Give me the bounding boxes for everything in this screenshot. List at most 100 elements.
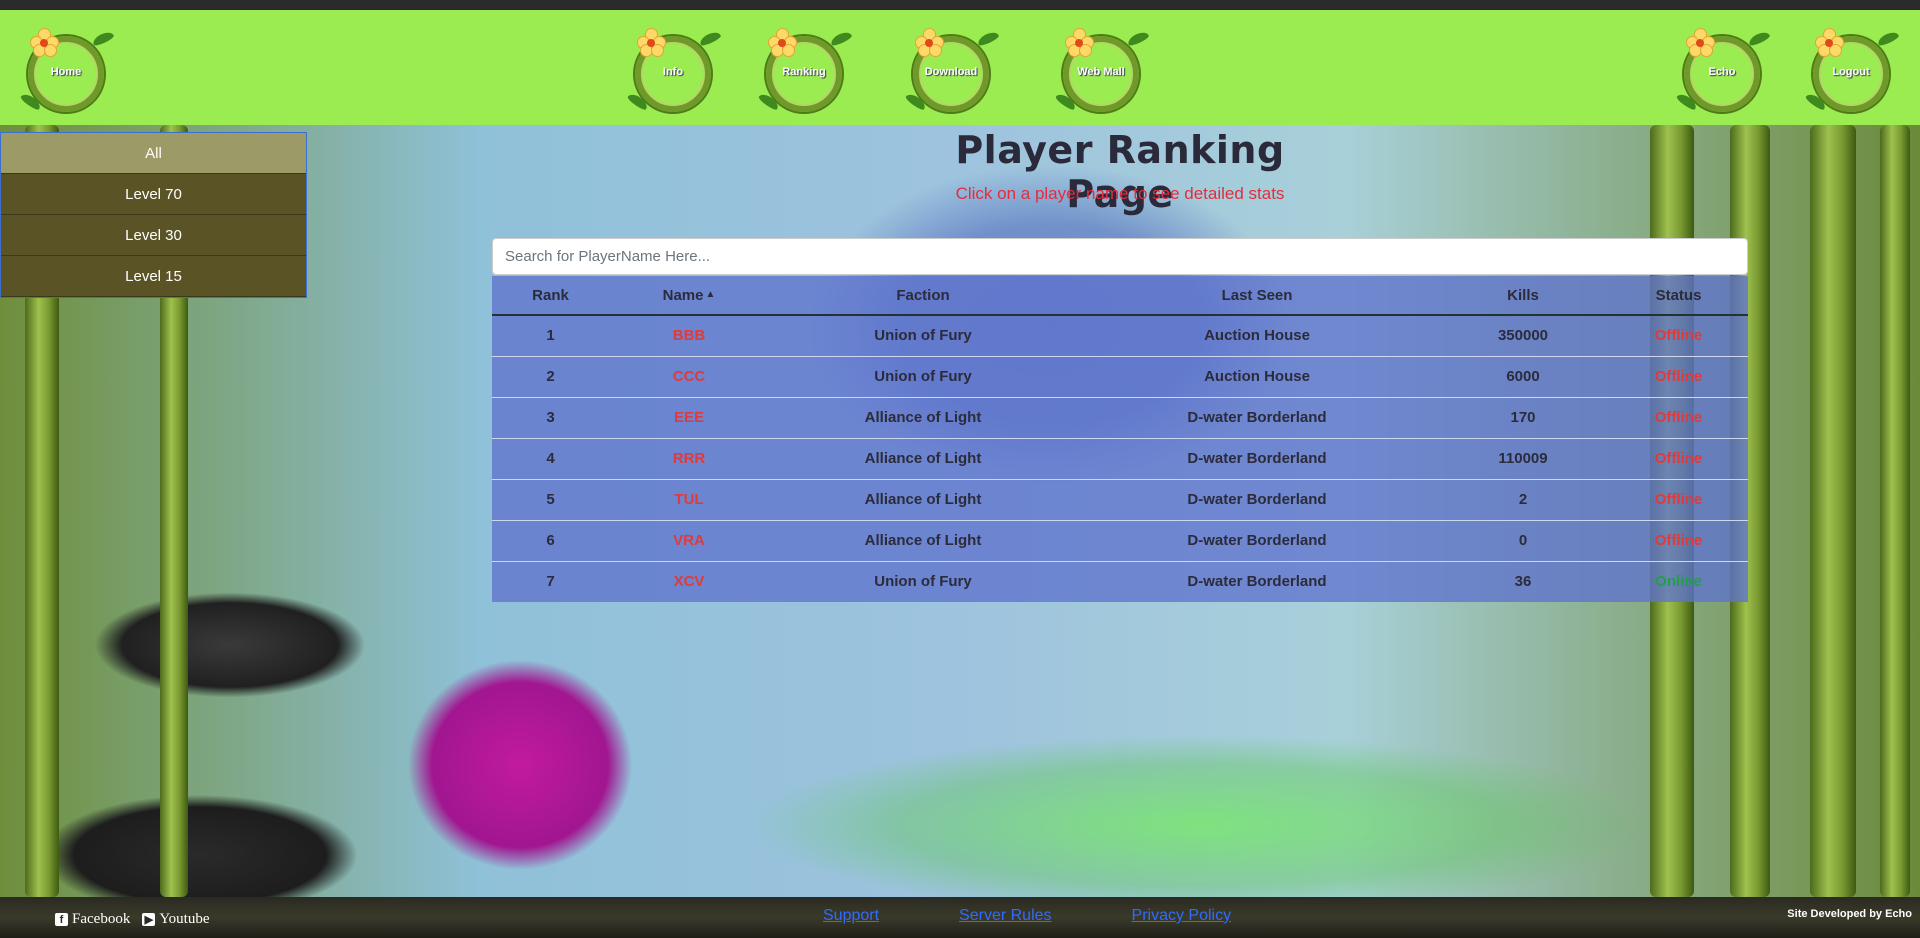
kills-cell: 2 xyxy=(1437,478,1609,520)
bamboo-stalk xyxy=(1880,125,1910,897)
table-row: 5 TUL Alliance of Light D-water Borderla… xyxy=(492,478,1748,520)
faction-cell: Union of Fury xyxy=(769,314,1077,356)
last-seen-cell: Auction House xyxy=(1077,314,1437,356)
bamboo-stalk xyxy=(1810,125,1856,897)
rank-cell: 6 xyxy=(492,519,609,561)
youtube-label: Youtube xyxy=(159,911,210,927)
kills-cell: 6000 xyxy=(1437,355,1609,397)
top-strip xyxy=(0,0,1920,10)
filter-all[interactable]: All xyxy=(1,133,306,174)
ranking-table: Rank Name ▲ Faction Last Seen Kills Statu… xyxy=(492,276,1748,602)
kills-cell: 36 xyxy=(1437,560,1609,602)
flower-icon xyxy=(1686,28,1716,58)
table-row: 6 VRA Alliance of Light D-water Borderla… xyxy=(492,519,1748,561)
kills-cell: 170 xyxy=(1437,396,1609,438)
leaf-icon xyxy=(698,29,722,48)
last-seen-cell: D-water Borderland xyxy=(1077,478,1437,520)
column-header-name[interactable]: Name ▲ xyxy=(609,276,769,316)
status-cell: Online xyxy=(1609,560,1748,602)
flower-icon xyxy=(30,28,60,58)
flower-icon xyxy=(768,28,798,58)
kills-cell: 110009 xyxy=(1437,437,1609,479)
flower-icon xyxy=(1065,28,1095,58)
faction-cell: Alliance of Light xyxy=(769,437,1077,479)
nav-ranking[interactable]: Ranking xyxy=(756,24,853,120)
flower-icon xyxy=(915,28,945,58)
last-seen-cell: D-water Borderland xyxy=(1077,396,1437,438)
faction-cell: Alliance of Light xyxy=(769,478,1077,520)
rank-cell: 5 xyxy=(492,478,609,520)
faction-cell: Union of Fury xyxy=(769,355,1077,397)
faction-cell: Alliance of Light xyxy=(769,519,1077,561)
rank-cell: 1 xyxy=(492,314,609,356)
privacy-policy-link[interactable]: Privacy Policy xyxy=(1132,907,1232,925)
nav-download[interactable]: Download xyxy=(903,24,1000,120)
support-link[interactable]: Support xyxy=(823,907,879,925)
youtube-link[interactable]: ▶ Youtube xyxy=(142,911,209,928)
leaf-icon xyxy=(91,29,115,48)
flower-icon xyxy=(1815,28,1845,58)
rank-cell: 7 xyxy=(492,560,609,602)
nav-web-mall[interactable]: Web Mall xyxy=(1053,24,1150,120)
player-name-link[interactable]: VRA xyxy=(609,519,769,561)
player-name-link[interactable]: BBB xyxy=(609,314,769,356)
column-header-kills[interactable]: Kills xyxy=(1437,276,1609,316)
column-header-status[interactable]: Status xyxy=(1609,276,1748,316)
nav-label: Info xyxy=(662,66,684,78)
table-header-row: Rank Name ▲ Faction Last Seen Kills Statu… xyxy=(492,276,1748,316)
nav-logout[interactable]: Logout xyxy=(1803,24,1900,120)
status-cell: Offline xyxy=(1609,478,1748,520)
filter-level-70[interactable]: Level 70 xyxy=(1,174,306,215)
table-row: 7 XCV Union of Fury D-water Borderland 3… xyxy=(492,560,1748,602)
nav-home[interactable]: Home xyxy=(18,24,115,120)
leaf-icon xyxy=(1876,29,1900,48)
table-row: 2 CCC Union of Fury Auction House 6000 O… xyxy=(492,355,1748,397)
leaf-icon xyxy=(1126,29,1150,48)
page-footer: f Facebook ▶ Youtube Support Server Rule… xyxy=(0,897,1920,938)
nav-echo[interactable]: Echo xyxy=(1674,24,1771,120)
last-seen-cell: Auction House xyxy=(1077,355,1437,397)
faction-cell: Alliance of Light xyxy=(769,396,1077,438)
status-cell: Offline xyxy=(1609,355,1748,397)
rank-cell: 3 xyxy=(492,396,609,438)
column-header-last-seen[interactable]: Last Seen xyxy=(1077,276,1437,316)
facebook-link[interactable]: f Facebook xyxy=(55,911,130,928)
table-row: 1 BBB Union of Fury Auction House 350000… xyxy=(492,314,1748,356)
flower-icon xyxy=(637,28,667,58)
nav-label: Download xyxy=(924,66,978,78)
column-header-rank[interactable]: Rank xyxy=(492,276,609,316)
player-name-link[interactable]: CCC xyxy=(609,355,769,397)
faction-cell: Union of Fury xyxy=(769,560,1077,602)
facebook-label: Facebook xyxy=(72,911,131,927)
status-cell: Offline xyxy=(1609,314,1748,356)
player-name-link[interactable]: TUL xyxy=(609,478,769,520)
kills-cell: 0 xyxy=(1437,519,1609,561)
player-name-link[interactable]: XCV xyxy=(609,560,769,602)
player-name-link[interactable]: EEE xyxy=(609,396,769,438)
server-rules-link[interactable]: Server Rules xyxy=(959,907,1051,925)
nav-label: Home xyxy=(50,66,82,78)
filter-level-15[interactable]: Level 15 xyxy=(1,256,306,297)
column-header-faction[interactable]: Faction xyxy=(769,276,1077,316)
site-credit: Site Developed by Echo xyxy=(1787,908,1912,920)
player-search-input[interactable] xyxy=(492,238,1748,275)
page-subtitle: Click on a player name to see detailed s… xyxy=(955,184,1285,203)
leaf-icon xyxy=(976,29,1000,48)
top-navbar: Home Info Ranking Download Web Mall Echo xyxy=(0,10,1920,125)
rank-cell: 2 xyxy=(492,355,609,397)
last-seen-cell: D-water Borderland xyxy=(1077,560,1437,602)
status-cell: Offline xyxy=(1609,437,1748,479)
last-seen-cell: D-water Borderland xyxy=(1077,519,1437,561)
status-cell: Offline xyxy=(1609,396,1748,438)
filter-level-30[interactable]: Level 30 xyxy=(1,215,306,256)
youtube-icon: ▶ xyxy=(142,913,156,926)
nav-info[interactable]: Info xyxy=(625,24,722,120)
facebook-icon: f xyxy=(55,913,68,926)
rank-cell: 4 xyxy=(492,437,609,479)
social-links: f Facebook ▶ Youtube xyxy=(55,911,209,928)
player-name-link[interactable]: RRR xyxy=(609,437,769,479)
nav-label: Echo xyxy=(1708,66,1736,78)
sort-ascending-icon: ▲ xyxy=(705,288,716,300)
status-cell: Offline xyxy=(1609,519,1748,561)
nav-label: Logout xyxy=(1832,66,1870,78)
